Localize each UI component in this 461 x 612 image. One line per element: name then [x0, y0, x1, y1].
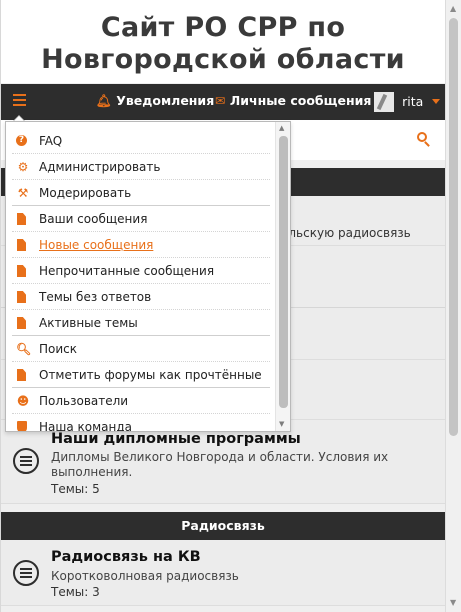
menu-item-label: Ваши сообщения: [39, 212, 148, 226]
site-title-line-2: Новгородской области: [41, 44, 405, 75]
menu-item-label: Новые сообщения: [39, 238, 154, 252]
site-title-line-1: Сайт РО СРР по: [100, 12, 346, 43]
page: Сайт РО СРР по Новгородской области 🔔︎ У…: [0, 0, 445, 612]
bell-icon: 🔔︎: [96, 93, 112, 108]
forum-read-icon: [13, 560, 39, 586]
avatar: [374, 91, 394, 112]
menu-item-active-topics[interactable]: Активные темы: [12, 310, 270, 336]
menu-item-your-posts[interactable]: Ваши сообщения: [12, 206, 270, 232]
forum-title[interactable]: Радиосвязь на КВ: [51, 549, 201, 565]
menu-item-label: Наша команда: [39, 420, 133, 432]
menu-item-unread-posts[interactable]: Непрочитанные сообщения: [12, 258, 270, 284]
quick-links-dropdown: ? FAQ ⚙ Администрировать ⚒ Модерировать …: [5, 121, 291, 432]
page-scroll-up-icon[interactable]: ▲: [450, 4, 456, 14]
menu-item-unanswered[interactable]: Темы без ответов: [12, 284, 270, 310]
notifications-label: Уведомления: [116, 93, 215, 108]
scroll-down-arrow-icon[interactable]: ▼: [279, 420, 284, 428]
top-navbar: 🔔︎ Уведомления ✉ Личные сообщения rita: [1, 84, 445, 120]
shield-icon: [17, 421, 27, 431]
search-icon: 🔍︎: [16, 342, 32, 356]
site-title: Сайт РО СРР по Новгородской области: [1, 0, 445, 83]
private-messages-label: Личные сообщения: [229, 93, 372, 108]
menu-item-moderate[interactable]: ⚒ Модерировать: [12, 180, 270, 206]
caret-down-icon: [432, 99, 441, 104]
forum-topic-count: Темы: 3: [51, 585, 100, 599]
question-icon: ?: [16, 135, 27, 146]
forum-row-hf[interactable]: Радиосвязь на КВ Коротковолновая радиосв…: [1, 540, 445, 606]
menu-item-label: Непрочитанные сообщения: [39, 264, 215, 278]
document-icon: [17, 239, 26, 251]
menu-item-label: Темы без ответов: [39, 290, 152, 304]
private-messages-link[interactable]: ✉ Личные сообщения: [215, 93, 371, 108]
forum-row-diploma[interactable]: Наши дипломные программы Дипломы Великог…: [1, 420, 445, 504]
dropdown-scrollbar[interactable]: ▲ ▼: [275, 122, 290, 431]
menu-item-faq[interactable]: ? FAQ: [12, 128, 270, 154]
menu-item-mark-read[interactable]: Отметить форумы как прочтённые: [12, 362, 270, 388]
users-icon: ☻: [16, 394, 30, 408]
user-menu[interactable]: rita: [374, 91, 441, 113]
username: rita: [402, 94, 424, 109]
gears-icon: ⚙: [17, 160, 29, 174]
page-scroll-down-icon[interactable]: ▼: [450, 598, 456, 608]
menu-item-label: Активные темы: [39, 316, 138, 330]
forum-description: Коротковолновая радиосвязь: [51, 569, 239, 583]
menu-item-label: Администрировать: [39, 160, 161, 174]
page-scroll-thumb[interactable]: [449, 18, 458, 436]
search-icon[interactable]: [417, 132, 431, 147]
menu-item-new-posts[interactable]: Новые сообщения: [12, 232, 270, 258]
forum-description: Дипломы Великого Новгорода и области. Ус…: [51, 450, 389, 479]
page-scrollbar[interactable]: ▲ ▼: [445, 0, 461, 612]
menu-item-search[interactable]: 🔍︎ Поиск: [12, 336, 270, 362]
document-icon: [17, 369, 26, 381]
forum-desc-fragment: ельскую радиосвязь: [281, 226, 411, 240]
forum-title[interactable]: Наши дипломные программы: [51, 431, 301, 447]
menu-burger-icon[interactable]: [13, 94, 26, 106]
dropdown-scroll-thumb[interactable]: [279, 136, 288, 408]
menu-item-label: Отметить форумы как прочтённые: [39, 368, 262, 382]
dropdown-list: ? FAQ ⚙ Администрировать ⚒ Модерировать …: [6, 128, 276, 432]
document-icon: [17, 265, 26, 277]
menu-item-admin[interactable]: ⚙ Администрировать: [12, 154, 270, 180]
inbox-icon: ✉: [215, 93, 226, 108]
menu-item-label: Модерировать: [39, 186, 132, 200]
document-icon: [17, 213, 26, 225]
menu-item-label: Пользователи: [39, 394, 129, 408]
category-header-radio[interactable]: Радиосвязь: [1, 512, 445, 540]
menu-item-team[interactable]: Наша команда: [12, 414, 270, 432]
scroll-up-arrow-icon[interactable]: ▲: [279, 124, 284, 132]
forum-topic-count: Темы: 5: [51, 482, 100, 496]
menu-item-label: FAQ: [39, 134, 63, 148]
gavel-icon: ⚒: [17, 186, 29, 200]
document-icon: [17, 291, 26, 303]
menu-item-members[interactable]: ☻ Пользователи: [12, 388, 270, 414]
menu-item-label: Поиск: [39, 342, 78, 356]
notifications-link[interactable]: 🔔︎ Уведомления: [96, 93, 214, 109]
forum-read-icon: [13, 448, 39, 474]
document-icon: [17, 317, 26, 329]
